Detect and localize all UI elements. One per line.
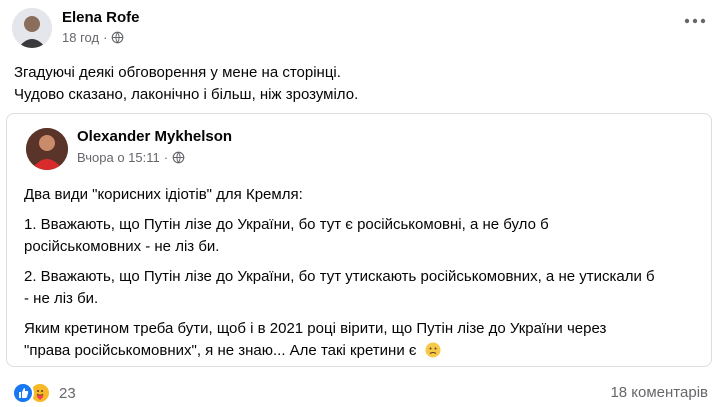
post-meta: 18 год ·: [62, 30, 124, 45]
author-name[interactable]: Elena Rofe: [62, 9, 140, 26]
shared-post-meta: Вчора о 15:11 ·: [77, 150, 185, 165]
post-text: Згадуючі деякі обговорення у мене на сто…: [14, 62, 358, 106]
post-text-line: Чудово сказано, лаконічно і більш, ніж з…: [14, 86, 359, 103]
shared-paragraph: 2. Вважають, що Путін лізе до України, б…: [24, 268, 655, 285]
globe-icon: [172, 151, 185, 164]
shared-post-time[interactable]: Вчора о 15:11: [77, 150, 160, 165]
reactions-count[interactable]: 23: [59, 385, 76, 402]
shared-paragraph: Два види "корисних ідіотів" для Кремля:: [24, 186, 303, 203]
shared-author-name[interactable]: Olexander Mykhelson: [77, 128, 232, 145]
author-avatar[interactable]: [12, 8, 52, 48]
globe-icon: [112, 31, 124, 44]
sad-face-emoji-icon: [425, 342, 441, 358]
like-reaction-icon: [12, 382, 34, 404]
post-footer: 23 18 коментарів: [0, 378, 720, 405]
shared-paragraph-last: "права російськомовних", я не знаю... Ал…: [24, 340, 441, 362]
post-text-line: Згадуючі деякі обговорення у мене на сто…: [14, 64, 341, 81]
shared-paragraph-text: "права російськомовних", я не знаю... Ал…: [24, 342, 417, 359]
shared-paragraph: 1. Вважають, що Путін лізе до України, б…: [24, 216, 549, 233]
shared-author-avatar[interactable]: [26, 128, 68, 170]
shared-paragraph: Яким кретином треба бути, щоб і в 2021 р…: [24, 320, 607, 337]
comments-count[interactable]: 18 коментарів: [610, 384, 708, 401]
post-time[interactable]: 18 год: [62, 30, 99, 45]
shared-paragraph: - не ліз би.: [24, 290, 99, 307]
more-options-icon[interactable]: [684, 16, 706, 26]
reactions-summary[interactable]: 23: [12, 382, 76, 404]
shared-paragraph: російськомовних - не ліз би.: [24, 238, 220, 255]
